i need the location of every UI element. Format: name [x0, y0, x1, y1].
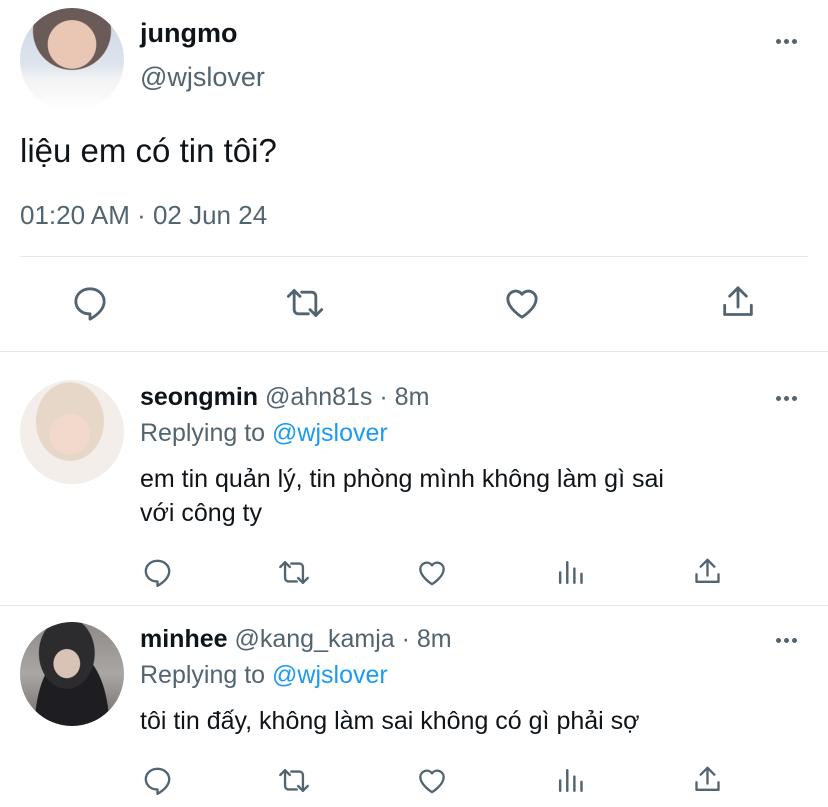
- reply-time[interactable]: · 8m: [402, 625, 452, 653]
- reply-icon[interactable]: [141, 764, 174, 797]
- replying-to-link[interactable]: @wjslover: [272, 661, 388, 689]
- reply-time[interactable]: · 8m: [379, 383, 429, 411]
- handle[interactable]: @kang_kamja: [234, 625, 394, 653]
- like-icon[interactable]: [415, 764, 449, 797]
- retweet-icon[interactable]: [276, 556, 312, 589]
- reply-text-line: tôi tin đấy, không làm sai không có gì p…: [140, 707, 640, 735]
- replying-label: Replying to: [140, 419, 266, 447]
- reply-text-line: em tin quản lý, tin phòng mình không làm…: [140, 465, 664, 493]
- replying-to-line: Replying to @wjslover: [140, 661, 388, 690]
- handle[interactable]: @ahn81s: [265, 383, 372, 411]
- retweet-icon[interactable]: [276, 764, 312, 797]
- replying-to-line: Replying to @wjslover: [140, 419, 388, 448]
- display-name[interactable]: jungmo: [140, 18, 237, 49]
- reply-text-line: với công ty: [140, 499, 262, 527]
- analytics-icon[interactable]: [555, 556, 586, 589]
- avatar[interactable]: [20, 622, 124, 726]
- reply-icon[interactable]: [141, 556, 174, 589]
- retweet-icon[interactable]: [283, 283, 327, 323]
- replying-to-link[interactable]: @wjslover: [272, 419, 388, 447]
- share-icon[interactable]: [691, 555, 724, 588]
- reply-header: minhee @kang_kamja · 8m: [140, 625, 452, 654]
- divider: [0, 351, 828, 352]
- reply-icon[interactable]: [70, 283, 110, 323]
- like-icon[interactable]: [501, 283, 543, 323]
- timestamp[interactable]: 01:20 AM · 02 Jun 24: [20, 200, 267, 231]
- tweet-text: liệu em có tin tôi?: [20, 132, 277, 169]
- analytics-icon[interactable]: [555, 764, 586, 797]
- divider: [0, 605, 828, 606]
- more-icon[interactable]: [776, 39, 797, 44]
- avatar[interactable]: [20, 8, 124, 112]
- divider: [20, 256, 808, 257]
- handle[interactable]: @wjslover: [140, 62, 265, 93]
- more-icon[interactable]: [776, 396, 797, 401]
- display-name[interactable]: seongmin: [140, 383, 258, 411]
- share-icon[interactable]: [691, 763, 724, 796]
- reply-header: seongmin @ahn81s · 8m: [140, 383, 429, 412]
- share-icon[interactable]: [718, 282, 758, 322]
- replying-label: Replying to: [140, 661, 266, 689]
- more-icon[interactable]: [776, 638, 797, 643]
- like-icon[interactable]: [415, 556, 449, 589]
- avatar[interactable]: [20, 380, 124, 484]
- display-name[interactable]: minhee: [140, 625, 228, 653]
